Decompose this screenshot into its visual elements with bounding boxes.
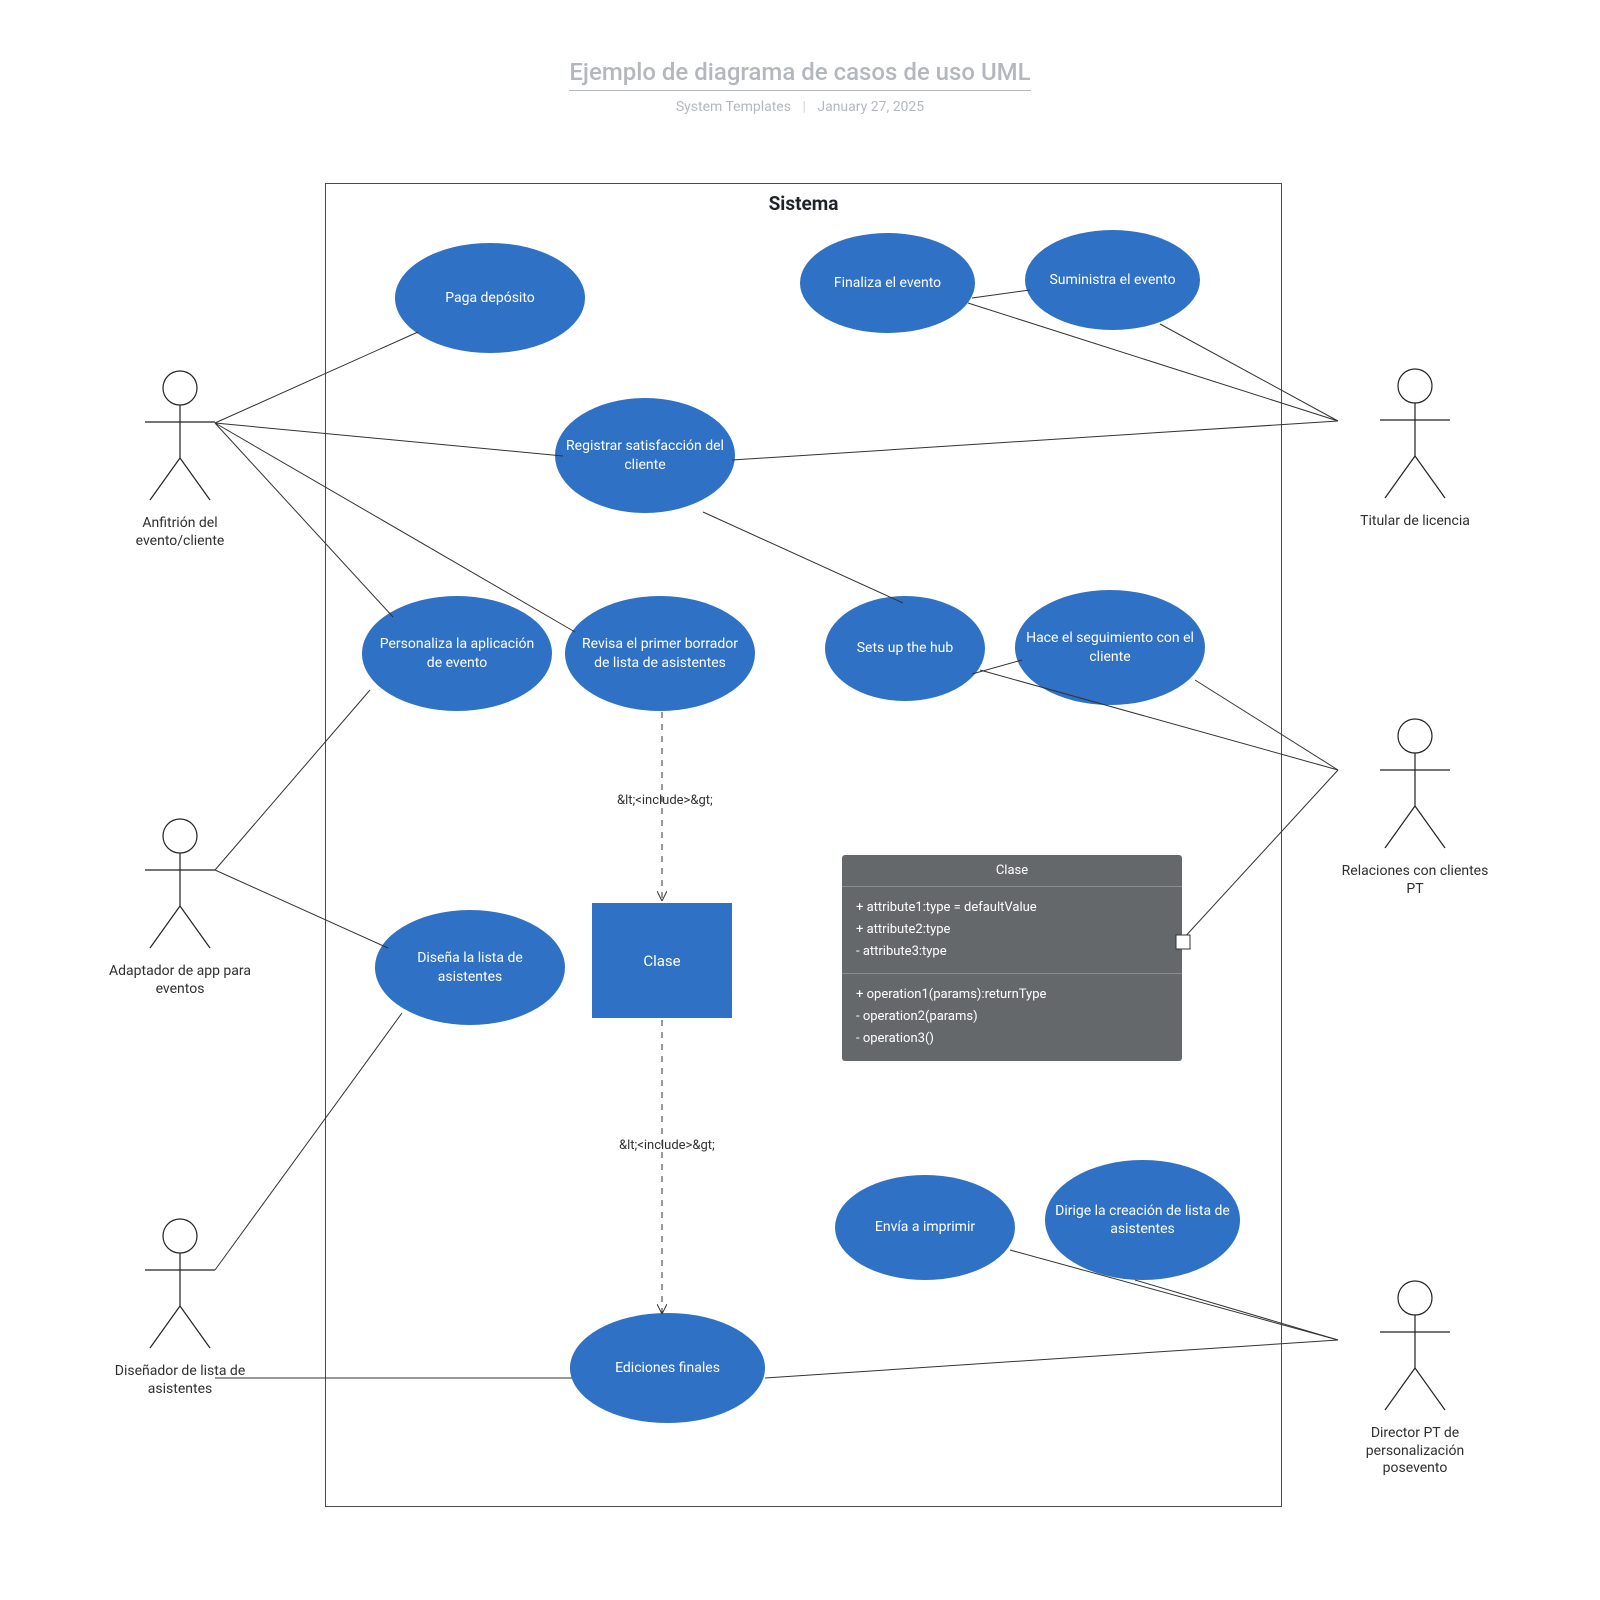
usecase-label: Revisa el primer borrador de lista de as…: [575, 635, 745, 671]
usecase-label: Ediciones finales: [615, 1359, 720, 1377]
actor-label: Relaciones con clientes PT: [1335, 863, 1495, 898]
diagram-header: Ejemplo de diagrama de casos de uso UML …: [0, 58, 1600, 115]
class-op-row: - operation3(): [856, 1028, 1168, 1050]
actor-disenador[interactable]: Diseñador de lista de asistentes: [100, 1218, 260, 1398]
usecase-label: Registrar satisfacción del cliente: [565, 437, 725, 473]
actor-titular[interactable]: Titular de licencia: [1335, 368, 1495, 531]
actor-anfitrion[interactable]: Anfitrión del evento/cliente: [100, 370, 260, 550]
class-attributes: + attribute1:type = defaultValue + attri…: [842, 887, 1182, 974]
system-boundary[interactable]: Sistema: [325, 183, 1282, 1507]
class-op-row: + operation1(params):returnType: [856, 984, 1168, 1006]
usecase-label: Sets up the hub: [857, 639, 954, 657]
uml-diagram-page: Ejemplo de diagrama de casos de uso UML …: [0, 0, 1600, 1600]
usecase-envia-imprimir[interactable]: Envía a imprimir: [835, 1175, 1015, 1280]
actor-label: Anfitrión del evento/cliente: [100, 515, 260, 550]
class-attr-row: + attribute1:type = defaultValue: [856, 897, 1168, 919]
actor-stick-figure-icon: [140, 370, 220, 505]
class-operations: + operation1(params):returnType - operat…: [842, 974, 1182, 1060]
usecase-label: Diseña la lista de asistentes: [385, 949, 555, 985]
class-box-small[interactable]: Clase: [592, 903, 732, 1018]
subtitle-template: System Templates: [676, 99, 791, 115]
class-box-label: Clase: [643, 952, 680, 970]
actor-stick-figure-icon: [140, 1218, 220, 1353]
actor-label: Titular de licencia: [1335, 513, 1495, 531]
usecase-label: Paga depósito: [445, 289, 535, 307]
usecase-paga-deposito[interactable]: Paga depósito: [395, 243, 585, 353]
diagram-title: Ejemplo de diagrama de casos de uso UML: [569, 58, 1030, 91]
include-label-2: &lt;<include>&gt;: [617, 1138, 717, 1153]
actor-relaciones-pt[interactable]: Relaciones con clientes PT: [1335, 718, 1495, 898]
class-title: Clase: [842, 855, 1182, 887]
actor-label: Adaptador de app para eventos: [100, 963, 260, 998]
usecase-label: Hace el seguimiento con el cliente: [1025, 629, 1195, 665]
usecase-dirige-creacion[interactable]: Dirige la creación de lista de asistente…: [1045, 1160, 1240, 1280]
usecase-disena-lista[interactable]: Diseña la lista de asistentes: [375, 910, 565, 1025]
usecase-suministra-evento[interactable]: Suministra el evento: [1025, 230, 1200, 330]
actor-director-pt[interactable]: Director PT de personalización posevento: [1335, 1280, 1495, 1478]
actor-stick-figure-icon: [140, 818, 220, 953]
usecase-label: Finaliza el evento: [834, 274, 941, 292]
actor-stick-figure-icon: [1375, 718, 1455, 853]
class-attr-row: + attribute2:type: [856, 919, 1168, 941]
actor-label: Diseñador de lista de asistentes: [100, 1363, 260, 1398]
usecase-revisa-borrador[interactable]: Revisa el primer borrador de lista de as…: [565, 596, 755, 711]
usecase-label: Personaliza la aplicación de evento: [372, 635, 542, 671]
usecase-finaliza-evento[interactable]: Finaliza el evento: [800, 233, 975, 333]
usecase-personaliza-app[interactable]: Personaliza la aplicación de evento: [362, 596, 552, 711]
usecase-sets-up-hub[interactable]: Sets up the hub: [825, 596, 985, 701]
actor-label: Director PT de personalización posevento: [1335, 1425, 1495, 1478]
actor-stick-figure-icon: [1375, 368, 1455, 503]
class-attr-row: - attribute3:type: [856, 941, 1168, 963]
usecase-hace-seguimiento[interactable]: Hace el seguimiento con el cliente: [1015, 590, 1205, 705]
actor-adaptador[interactable]: Adaptador de app para eventos: [100, 818, 260, 998]
class-box-large[interactable]: Clase + attribute1:type = defaultValue +…: [842, 855, 1182, 1061]
actor-stick-figure-icon: [1375, 1280, 1455, 1415]
class-op-row: - operation2(params): [856, 1006, 1168, 1028]
system-label: Sistema: [326, 192, 1281, 215]
diagram-subtitle: System Templates | January 27, 2025: [0, 99, 1600, 115]
usecase-label: Envía a imprimir: [875, 1218, 975, 1236]
subtitle-date: January 27, 2025: [817, 99, 924, 115]
usecase-label: Dirige la creación de lista de asistente…: [1055, 1202, 1230, 1238]
subtitle-separator: |: [802, 99, 805, 115]
include-label-1: &lt;<include>&gt;: [615, 793, 715, 808]
usecase-label: Suministra el evento: [1049, 271, 1175, 289]
usecase-ediciones-finales[interactable]: Ediciones finales: [570, 1313, 765, 1423]
usecase-registrar-satisfaccion[interactable]: Registrar satisfacción del cliente: [555, 398, 735, 513]
